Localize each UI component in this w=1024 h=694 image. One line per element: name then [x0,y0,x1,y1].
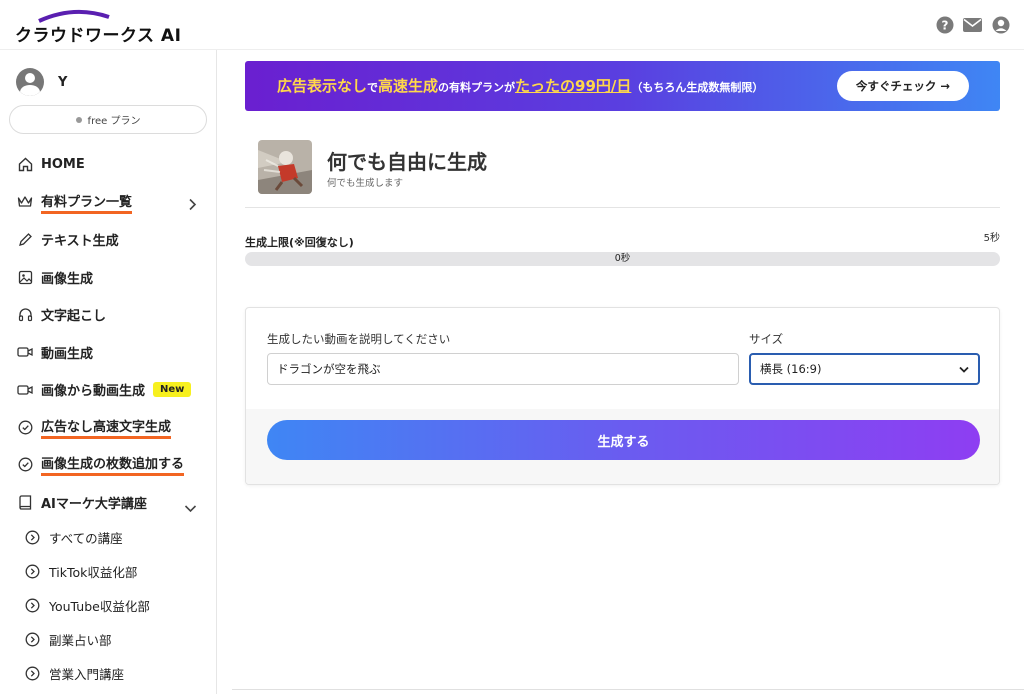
size-label: サイズ [749,332,784,346]
check-now-button[interactable]: 今すぐチェック → [837,71,969,101]
image-icon [17,269,33,285]
promo-banner[interactable]: 広告表示なしで高速生成の有料プランがたったの99円/日（もちろん生成数無制限） … [245,61,1000,111]
sub-item-youtube[interactable]: YouTube収益化部 [0,588,217,622]
sidebar-item-label: 画像生成の枚数追加する [41,453,185,477]
sidebar-item-image-to-video[interactable]: 画像から動画生成 New [0,371,217,409]
limit-max: 5秒 [983,233,1000,244]
video-camera-icon [17,382,33,398]
plan-dot-icon [75,116,82,123]
chevron-down-icon [959,362,969,376]
plan-label: free プラン [87,116,141,127]
check-circle-icon [17,457,33,473]
crown-icon [17,194,33,210]
user-profile[interactable]: Y [16,68,67,96]
prompt-label: 生成したい動画を説明してください [267,332,451,346]
divider [245,207,1000,208]
sidebar-item-home[interactable]: HOME [0,146,217,184]
course-submenu: すべての講座 TikTok収益化部 YouTube収益化部 副業占い部 営業入門… [0,520,217,690]
sidebar-item-label: 広告なし高速文字生成 [41,416,172,439]
generation-form: 生成したい動画を説明してください サイズ 横長 (16:9) 生成する [245,307,1000,485]
sidebar-item-text-gen[interactable]: テキスト生成 [0,221,217,259]
page-title: 何でも自由に生成 [327,150,487,174]
chevron-down-icon[interactable] [184,498,197,517]
promo-text-part: （もちろん生成数無制限） [631,81,764,94]
prompt-input[interactable] [267,353,739,385]
footer-divider [232,689,1024,690]
promo-text-part: 広告表示なし [277,77,368,95]
sidebar: Y free プラン HOME 有料プラン一覧 テキスト生成 画像生成 文字起こ… [0,50,217,694]
chevron-circle-icon [24,529,40,545]
size-select-value: 横長 (16:9) [760,362,822,376]
avatar [16,68,44,96]
generate-button[interactable]: 生成する [267,420,980,460]
sub-item-fortune[interactable]: 副業占い部 [0,622,217,656]
sidebar-item-image-gen[interactable]: 画像生成 [0,259,217,297]
chevron-circle-icon [24,563,40,579]
promo-text: 広告表示なしで高速生成の有料プランがたったの99円/日（もちろん生成数無制限） [277,75,763,96]
promo-text-part: で [367,81,379,94]
usage-progress-bar: 0秒 [245,252,1000,266]
sidebar-item-label: 有料プラン一覧 [41,191,133,214]
sub-item-label: YouTube収益化部 [49,598,150,614]
pencil-icon [17,232,33,248]
plan-badge[interactable]: free プラン [9,105,207,134]
sidebar-item-transcription[interactable]: 文字起こし [0,296,217,334]
sidebar-item-ai-course[interactable]: AIマーケ大学講座 [0,484,217,522]
sub-item-tiktok[interactable]: TikTok収益化部 [0,554,217,588]
username: Y [58,74,68,90]
sub-item-sales[interactable]: 営業入門講座 [0,656,217,690]
sub-item-all-courses[interactable]: すべての講座 [0,520,217,554]
sidebar-item-image-credits[interactable]: 画像生成の枚数追加する [0,446,217,484]
chevron-circle-icon [24,631,40,647]
feature-thumbnail [258,140,312,194]
sidebar-item-label: HOME [41,157,85,173]
sub-item-label: 営業入門講座 [49,666,125,682]
video-camera-icon [17,344,33,360]
svg-text:?: ? [941,18,948,32]
sidebar-item-paid-plans[interactable]: 有料プラン一覧 [0,184,217,222]
page-subtitle: 何でも生成します [327,178,404,189]
headphones-icon [17,307,33,323]
sidebar-item-label: AIマーケ大学講座 [41,496,147,512]
book-icon [17,494,33,510]
promo-text-part: 高速生成 [378,77,439,95]
sidebar-item-label: 文字起こし [41,309,107,325]
check-circle-icon [17,419,33,435]
sidebar-nav: HOME 有料プラン一覧 テキスト生成 画像生成 文字起こし 動画生成 画像から… [0,146,217,521]
mail-icon[interactable] [963,15,982,34]
account-icon[interactable] [991,15,1010,34]
sub-item-label: TikTok収益化部 [49,564,138,580]
promo-price: たったの99円/日 [515,77,632,95]
promo-text-part: の有料プランが [438,81,516,94]
chevron-circle-icon [24,597,40,613]
sub-item-label: 副業占い部 [49,632,112,648]
logo-text: クラウドワークス AI [15,26,182,46]
app-header: クラウドワークス AI ? [0,0,1024,50]
sidebar-item-label: 画像生成 [41,271,94,287]
sidebar-item-label: 画像から動画生成 [41,384,146,400]
app-logo[interactable]: クラウドワークス AI [15,9,181,46]
help-icon[interactable]: ? [935,15,954,34]
sidebar-item-video-gen[interactable]: 動画生成 [0,334,217,372]
sidebar-item-label: 動画生成 [41,346,94,362]
new-badge: New [153,382,192,398]
limit-label: 生成上限(※回復なし) [245,236,354,249]
sub-item-label: すべての講座 [49,530,123,546]
chevron-circle-icon [24,665,40,681]
sidebar-item-ad-free-text[interactable]: 広告なし高速文字生成 [0,409,217,447]
home-icon [17,157,33,173]
sidebar-item-label: テキスト生成 [41,234,119,250]
chevron-right-icon[interactable] [188,196,197,215]
size-select[interactable]: 横長 (16:9) [749,353,980,385]
usage-progress-value: 0秒 [614,253,631,264]
